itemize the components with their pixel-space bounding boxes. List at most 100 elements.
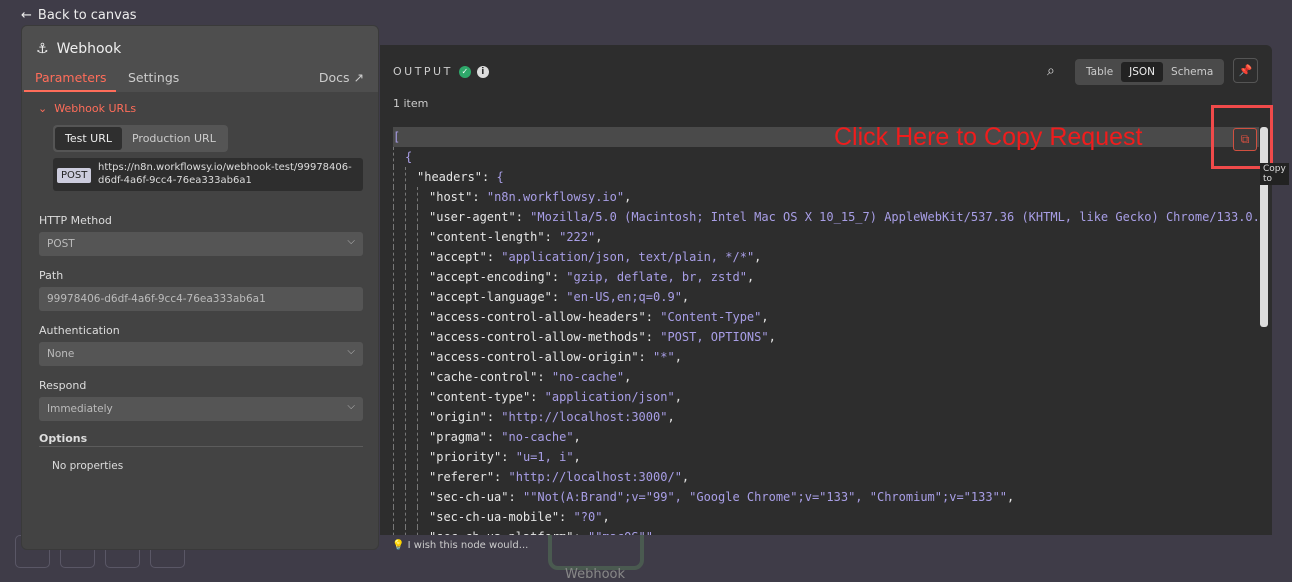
- json-value: "macOS": [595, 530, 646, 535]
- http-method-label: HTTP Method: [39, 214, 112, 227]
- json-viewer[interactable]: [ { "headers": { "host": "n8n.workflowsy…: [393, 127, 1259, 535]
- json-key: accept: [436, 250, 480, 264]
- json-row: "content-length": "222",: [393, 227, 1259, 247]
- json-row: "referer": "http://localhost:3000/",: [393, 467, 1259, 487]
- json-value: u=1, i: [522, 450, 567, 464]
- webhook-urls-toggle[interactable]: ⌄ Webhook URLs: [38, 102, 136, 115]
- auth-value: None: [47, 348, 75, 360]
- external-link-icon: ↗: [353, 70, 364, 85]
- info-icon[interactable]: i: [476, 65, 489, 78]
- json-row: "access-control-allow-origin": "*",: [393, 347, 1259, 367]
- json-row: "host": "n8n.workflowsy.io",: [393, 187, 1259, 207]
- tab-settings[interactable]: Settings: [128, 70, 179, 85]
- json-value: POST, OPTIONS: [667, 330, 762, 344]
- scrollbar[interactable]: [1260, 127, 1268, 327]
- parameters-panel: ⚓ Webhook Parameters Settings Docs ↗ ⌄ We…: [21, 25, 379, 550]
- json-key: sec-ch-ua: [436, 490, 502, 504]
- json-value: http://localhost:3000: [508, 410, 661, 424]
- json-row: "user-agent": "Mozilla/5.0 (Macintosh; I…: [393, 207, 1259, 227]
- success-check-icon: ✓: [458, 65, 471, 78]
- json-row: "content-type": "application/json",: [393, 387, 1259, 407]
- json-key: sec-ch-ua-platform: [436, 530, 566, 535]
- http-method-value: POST: [47, 238, 75, 250]
- chevron-down-icon: ⌄: [38, 102, 48, 115]
- production-url-tab[interactable]: Production URL: [122, 127, 226, 150]
- json-key: host: [436, 190, 466, 204]
- path-label: Path: [39, 269, 64, 282]
- back-to-canvas-link[interactable]: ← Back to canvas: [21, 8, 137, 23]
- node-title: Webhook: [56, 41, 122, 57]
- copy-annotation: Click Here to Copy Request: [834, 123, 1143, 151]
- copy-tooltip: Copy to: [1260, 163, 1289, 185]
- auth-label: Authentication: [39, 324, 120, 337]
- json-row: "accept": "application/json, text/plain,…: [393, 247, 1259, 267]
- webhook-url: https://n8n.workflowsy.io/webhook-test/9…: [98, 162, 352, 186]
- respond-select[interactable]: Immediately ⌵: [39, 397, 363, 421]
- path-input[interactable]: 99978406-d6df-4a6f-9cc4-76ea333ab6a1: [39, 287, 363, 311]
- json-row: "origin": "http://localhost:3000",: [393, 407, 1259, 427]
- webhook-icon: ⚓: [36, 41, 49, 57]
- canvas-node-label: Webhook: [565, 567, 626, 582]
- respond-label: Respond: [39, 379, 87, 392]
- view-switch: Table JSON Schema: [1075, 59, 1225, 85]
- chevron-down-icon: ⌵: [347, 346, 355, 357]
- json-value: *: [660, 350, 668, 364]
- json-row: "accept-encoding": "gzip, deflate, br, z…: [393, 267, 1259, 287]
- test-url-tab[interactable]: Test URL: [55, 127, 122, 150]
- json-key: accept-encoding: [436, 270, 545, 284]
- json-value: application/json: [551, 390, 668, 404]
- json-value: Content-Type: [667, 310, 755, 324]
- json-value: 222: [566, 230, 588, 244]
- json-row: "accept-language": "en-US,en;q=0.9",: [393, 287, 1259, 307]
- json-value: no-cache: [508, 430, 567, 444]
- no-properties-text: No properties: [52, 460, 124, 472]
- view-schema-button[interactable]: Schema: [1163, 62, 1221, 82]
- json-key: origin: [436, 410, 480, 424]
- json-key: pragma: [436, 430, 480, 444]
- json-value: Mozilla/5.0 (Macintosh; Intel Mac OS X 1…: [537, 210, 1259, 224]
- chevron-down-icon: ⌵: [347, 236, 355, 247]
- json-value: "Not(A:Brand";v="99", "Google Chrome";v=…: [530, 490, 1000, 504]
- docs-link[interactable]: Docs ↗: [319, 70, 364, 85]
- output-panel: OUTPUT ✓ i ⌕ Table JSON Schema 📌 1 item [ …: [380, 45, 1289, 535]
- search-icon[interactable]: ⌕: [1047, 63, 1055, 79]
- feedback-link[interactable]: 💡 I wish this node would...: [392, 540, 528, 551]
- json-value: en-US,en;q=0.9: [573, 290, 675, 304]
- json-row: "cache-control": "no-cache",: [393, 367, 1259, 387]
- pin-icon[interactable]: 📌: [1233, 58, 1258, 83]
- json-key: access-control-allow-methods: [436, 330, 639, 344]
- json-key: sec-ch-ua-mobile: [436, 510, 552, 524]
- json-key: accept-language: [436, 290, 545, 304]
- json-value: gzip, deflate, br, zstd: [573, 270, 740, 284]
- json-key: priority: [436, 450, 495, 464]
- chevron-down-icon: ⌵: [347, 401, 355, 412]
- active-tab-indicator: [24, 90, 116, 92]
- json-value: application/json, text/plain, */*: [508, 250, 747, 264]
- url-type-switch: Test URL Production URL: [53, 125, 228, 152]
- auth-select[interactable]: None ⌵: [39, 342, 363, 366]
- options-label: Options: [39, 432, 88, 445]
- copy-icon[interactable]: ⧉: [1233, 128, 1257, 151]
- json-key: cache-control: [436, 370, 531, 384]
- json-row: "headers": {: [393, 167, 1259, 187]
- json-key: user-agent: [436, 210, 509, 224]
- arrow-left-icon: ←: [21, 8, 32, 23]
- json-key: content-type: [436, 390, 523, 404]
- json-row: "sec-ch-ua-mobile": "?0",: [393, 507, 1259, 527]
- http-method-select[interactable]: POST ⌵: [39, 232, 363, 256]
- json-value: no-cache: [559, 370, 617, 384]
- json-value: http://localhost:3000/: [515, 470, 675, 484]
- view-json-button[interactable]: JSON: [1121, 62, 1164, 82]
- feedback-label: I wish this node would...: [407, 540, 529, 551]
- webhook-url-box[interactable]: POST https://n8n.workflowsy.io/webhook-t…: [53, 158, 363, 191]
- tab-parameters[interactable]: Parameters: [35, 70, 107, 85]
- json-row: "priority": "u=1, i",: [393, 447, 1259, 467]
- back-label: Back to canvas: [37, 8, 137, 23]
- json-key: referer: [436, 470, 487, 484]
- section-label: Webhook URLs: [54, 102, 137, 115]
- view-table-button[interactable]: Table: [1078, 62, 1121, 82]
- json-row: "pragma": "no-cache",: [393, 427, 1259, 447]
- json-row: "access-control-allow-methods": "POST, O…: [393, 327, 1259, 347]
- json-value: n8n.workflowsy.io: [494, 190, 617, 204]
- item-count: 1 item: [393, 97, 429, 110]
